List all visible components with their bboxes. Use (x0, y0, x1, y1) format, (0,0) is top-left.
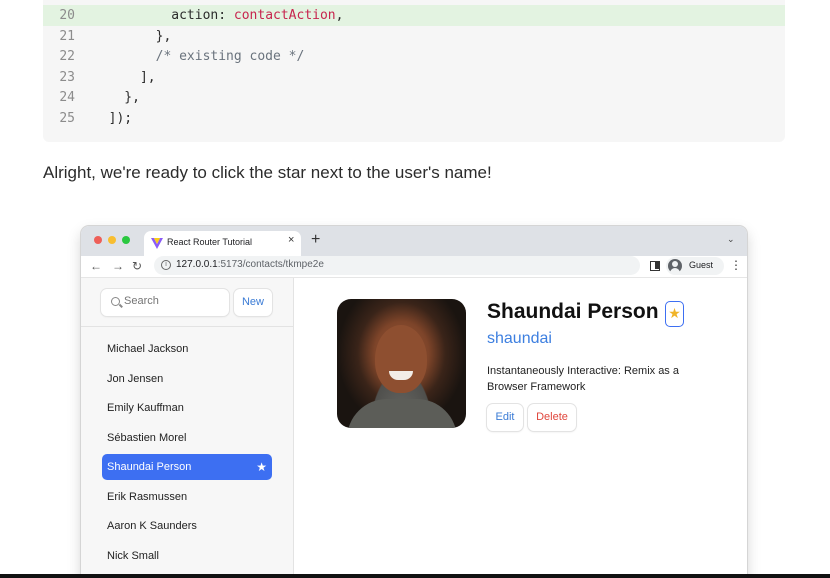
contact-list-item[interactable]: Michael Jackson (102, 336, 272, 362)
address-path: :5173/contacts/tkmpe2e (217, 259, 324, 270)
info-icon[interactable]: i (161, 260, 171, 270)
code-text: }, (93, 87, 140, 108)
forward-arrow-icon[interactable]: → (112, 258, 124, 274)
tab-react-router-tutorial[interactable]: React Router Tutorial × (144, 231, 301, 256)
contact-list-item[interactable]: Shaundai Person ★ (102, 454, 272, 480)
tab-search-menu-icon[interactable]: ⌄ (727, 234, 735, 245)
contact-list-item-name: Aaron K Saunders (107, 520, 197, 532)
contact-avatar (337, 299, 466, 428)
contact-list-item[interactable]: Aaron K Saunders (102, 513, 272, 539)
new-tab-button[interactable]: + (311, 230, 320, 250)
tutorial-paragraph: Alright, we're ready to click the star n… (43, 163, 492, 182)
address-host: 127.0.0.1 (176, 259, 218, 270)
code-line: 24 }, (43, 87, 785, 108)
tab-bar: React Router Tutorial × + ⌄ (81, 226, 747, 256)
contacts-sidebar: New Michael Jackson Jon Jensen Emily Kauff… (81, 278, 294, 578)
search-icon (111, 297, 120, 306)
code-token: , (335, 8, 344, 23)
contact-list-item-name: Jon Jensen (107, 372, 164, 385)
address-url: 127.0.0.1:5173/contacts/tkmpe2e (176, 259, 324, 270)
code-block: 20 action: contactAction, 21 }, 22 /* exis… (43, 0, 785, 142)
avatar-face (375, 325, 427, 393)
tab-title: React Router Tutorial (167, 237, 253, 247)
address-bar[interactable]: i 127.0.0.1:5173/contacts/tkmpe2e (154, 256, 640, 275)
profile-icon (668, 259, 682, 273)
reload-icon[interactable]: ↻ (132, 258, 142, 274)
code-line: 25 ]); (43, 108, 785, 129)
profile-button[interactable]: Guest (666, 257, 724, 275)
favicon-icon (151, 238, 163, 249)
delete-button[interactable]: Delete (528, 404, 576, 431)
code-text: /* existing code */ (93, 46, 305, 67)
close-tab-icon[interactable]: × (288, 234, 294, 246)
code-token: /* existing code */ (93, 49, 305, 64)
code-line: 20 action: contactAction, (43, 5, 785, 26)
contact-list-item[interactable]: Emily Kauffman (102, 395, 272, 421)
code-token: }, (93, 28, 172, 44)
contact-list-item[interactable]: Sébastien Morel (102, 425, 272, 451)
browser-toolbar: ← → ↻ i 127.0.0.1:5173/contacts/tkmpe2e … (81, 256, 747, 278)
kebab-menu-icon[interactable]: ⋮ (730, 258, 742, 272)
contact-list-item[interactable]: Nick Small (102, 543, 272, 569)
browser-window: React Router Tutorial × + ⌄ ← → ↻ i 127.… (81, 226, 747, 578)
contact-name: Shaundai Person (487, 300, 659, 323)
new-contact-button[interactable]: New (234, 289, 272, 316)
back-arrow-icon[interactable]: ← (90, 258, 102, 274)
line-number: 20 (59, 8, 75, 23)
contact-list-item-name: Michael Jackson (107, 343, 189, 355)
favorite-star-button[interactable]: ★ (665, 301, 684, 327)
avatar-body (347, 399, 457, 428)
edit-button[interactable]: Edit (487, 404, 523, 431)
maximize-window-dot[interactable] (122, 236, 130, 244)
code-token: ], (93, 69, 156, 85)
code-token: action: (93, 8, 234, 23)
contact-handle-link[interactable]: shaundai (487, 330, 552, 348)
search-input[interactable] (124, 295, 224, 307)
contact-notes: Instantaneously Interactive: Remix as a … (487, 365, 679, 393)
code-line: 21 }, (43, 26, 785, 47)
code-text: action: contactAction, (93, 5, 343, 26)
code-text: }, (93, 26, 172, 47)
contact-list-item-name: Shaundai Person (107, 461, 192, 473)
star-icon: ★ (256, 460, 267, 474)
code-text: ], (93, 67, 156, 88)
line-number: 25 (59, 110, 75, 126)
code-token: }, (93, 90, 140, 105)
line-number: 21 (59, 28, 75, 44)
contact-list-item-name: Erik Rasmussen (107, 490, 188, 503)
contact-list-item-name: Sébastien Morel (107, 431, 187, 444)
close-window-dot[interactable] (94, 236, 102, 244)
side-panel-icon[interactable] (650, 261, 660, 271)
page-bottom-border (0, 574, 830, 578)
search-field[interactable] (101, 289, 229, 316)
line-number: 24 (59, 90, 75, 105)
code-line: 22 /* existing code */ (43, 46, 785, 67)
contact-list-item-name: Nick Small (107, 549, 159, 562)
code-token: contactAction (233, 8, 336, 23)
code-text: ]); (93, 108, 133, 129)
contact-list-item[interactable]: Jon Jensen (102, 366, 272, 392)
profile-label: Guest (689, 260, 714, 270)
contact-list-item-name: Emily Kauffman (107, 402, 184, 414)
code-token: ]); (93, 110, 133, 126)
sidebar-divider (81, 326, 293, 327)
contact-detail: Shaundai Person ★ shaundai Instantaneous… (294, 278, 747, 578)
star-icon: ★ (668, 305, 681, 321)
contact-list-item[interactable]: Erik Rasmussen (102, 484, 272, 510)
minimize-window-dot[interactable] (108, 236, 116, 244)
line-number: 22 (59, 49, 75, 64)
line-number: 23 (59, 69, 75, 85)
code-line: 23 ], (43, 67, 785, 88)
